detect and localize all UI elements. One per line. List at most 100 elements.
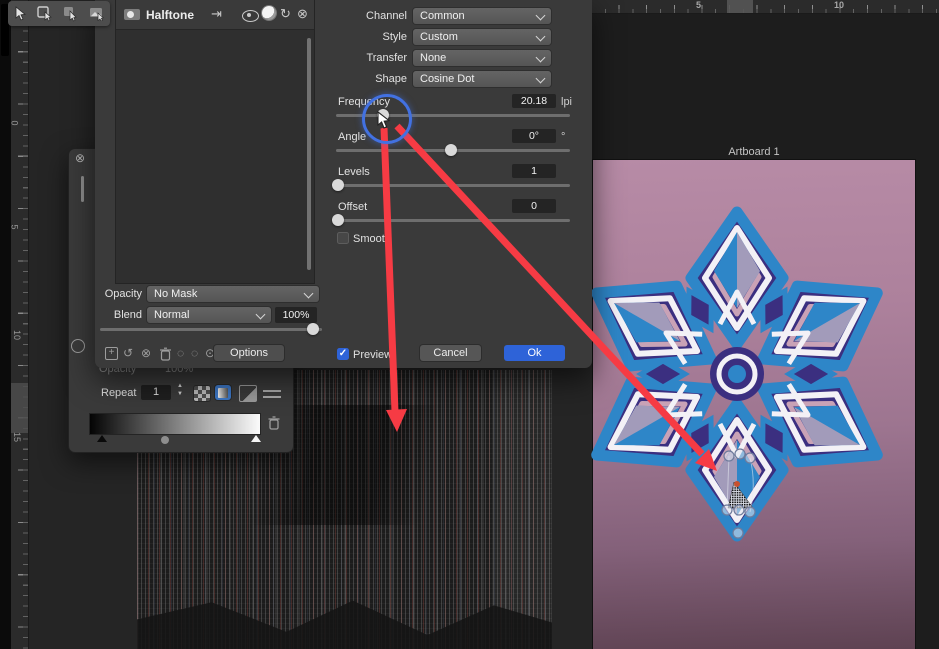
opacity-slider-thumb[interactable] [307,323,319,335]
opacity-slider-track[interactable] [100,328,322,331]
vertical-ruler: 0 5 10 15 [11,0,29,649]
chevron-down-icon [536,53,546,63]
reset-icon[interactable]: ↻ [280,6,291,22]
node-tool-icon[interactable] [63,6,79,22]
offset-slider-track[interactable] [336,219,570,222]
gradient-midpoint[interactable] [161,436,169,444]
gradient-editor-bar[interactable] [89,413,261,435]
frequency-value-field[interactable]: 20.18 [512,94,556,108]
panel-scrollbar[interactable] [81,176,84,202]
shape-value: Cosine Dot [420,73,474,85]
gradient-stop-white[interactable] [251,435,261,442]
channel-label: Channel [325,10,407,22]
repeat-value-field[interactable]: 1 [141,385,171,400]
delete-stop-trash-icon[interactable] [267,415,281,431]
chevron-down-icon [536,11,546,21]
smooth-checkbox[interactable] [337,232,349,244]
marquee-circle2-icon[interactable]: ◌ [191,346,198,360]
select-behind-tool-icon[interactable] [37,6,53,22]
levels-value-field[interactable]: 1 [512,164,556,178]
chevron-down-icon [536,74,546,84]
style-select[interactable]: Custom [413,29,551,45]
add-icon[interactable]: + [105,347,118,360]
smooth-label: Smooth [353,233,391,245]
blend-mode-select[interactable]: Normal [147,307,271,323]
gradient-type-icon-selected[interactable] [215,385,231,400]
ruler-label: 5 [696,0,701,10]
style-label: Style [325,31,407,43]
blend-percent-field[interactable]: 100% [275,307,317,323]
visibility-eye-icon[interactable] [242,10,259,22]
shape-label: Shape [325,73,407,85]
angle-unit: ° [561,131,565,143]
merge-icon[interactable]: ⇥ [211,6,222,22]
undo-icon[interactable]: ↺ [123,346,133,360]
split-view-icon[interactable] [262,6,276,20]
angle-value-field[interactable]: 0° [512,129,556,143]
selection-overlay[interactable] [700,440,780,545]
move-tool-icon[interactable] [13,6,27,22]
channel-select[interactable]: Common [413,8,551,24]
horizontal-ruler-selection-highlight [727,0,753,13]
ruler-label: 5 [10,224,20,229]
mouse-cursor [377,111,392,130]
ruler-label: 10 [834,0,844,10]
ok-button[interactable]: Ok [504,345,565,361]
filter-layer-list: Halftone ⇥ ↻ ⊗ [115,0,315,284]
transfer-select[interactable]: None [413,50,551,66]
snowflake-center [710,347,764,401]
style-value: Custom [420,31,458,43]
panel-close-icon[interactable]: ⊗ [75,151,85,165]
cancel-button[interactable]: Cancel [420,345,481,361]
texture-light-band [492,370,552,649]
blend-mode-value: Normal [154,309,189,321]
marquee-circle-icon[interactable]: ◌ [177,346,184,360]
levels-slider-track[interactable] [336,184,570,187]
opacity-mask-select[interactable]: No Mask [147,286,319,302]
halftone-selection-shape[interactable] [728,482,753,508]
stepper-up-icon[interactable]: ▲ [177,383,183,389]
ruler-label: 10 [12,330,22,340]
ruler-label: 15 [12,432,22,442]
panel-reset-icon[interactable] [71,339,85,353]
preview-checkbox[interactable]: ✓ [337,348,349,360]
channel-value: Common [420,10,465,22]
offset-value-field[interactable]: 0 [512,199,556,213]
frequency-unit: lpi [561,96,572,108]
texture-zigzag-shape [137,571,552,649]
window-edge-strip [0,0,11,649]
place-image-tool-icon[interactable] [89,7,105,21]
transfer-value: None [420,52,446,64]
origin-point[interactable] [734,481,740,487]
stepper-down-icon[interactable]: ▼ [177,391,183,397]
close-icon[interactable]: ⊗ [297,6,308,22]
application-window: 0 5 10 15 5 10 Artboard 1 [0,0,939,649]
halftone-dialog: Halftone ⇥ ↻ ⊗ Channel Common Style Cust… [95,0,592,368]
shape-select[interactable]: Cosine Dot [413,71,551,87]
panel-settings-icon[interactable] [263,387,281,402]
ruler-label: 0 [10,120,20,125]
levels-slider-thumb[interactable] [332,179,344,191]
offset-slider-thumb[interactable] [332,214,344,226]
chevron-down-icon [536,32,546,42]
transfer-label: Transfer [325,52,407,64]
remove-icon[interactable]: ⊗ [141,346,151,360]
options-button[interactable]: Options [214,345,284,361]
noise-type-icon[interactable] [193,385,211,402]
trash-icon[interactable] [159,347,172,361]
opacity-label: Opacity [95,288,142,300]
layer-thumbnail-icon [124,9,140,20]
preview-label: Preview [353,349,392,361]
angle-slider-thumb[interactable] [445,144,457,156]
blend-label: Blend [95,309,142,321]
repeat-label: Repeat [101,387,136,399]
list-scrollbar[interactable] [307,38,311,270]
tools-toolbar [8,1,110,26]
gradient-stop-black[interactable] [97,435,107,442]
filter-panel-header[interactable]: Halftone ⇥ ↻ ⊗ [116,0,314,30]
vertical-ruler-selection-highlight [11,383,28,433]
artboard-title[interactable]: Artboard 1 [592,146,916,158]
offset-label: Offset [338,201,367,213]
bitmap-type-icon[interactable] [239,385,257,402]
horizontal-ruler: 5 10 [592,0,939,14]
